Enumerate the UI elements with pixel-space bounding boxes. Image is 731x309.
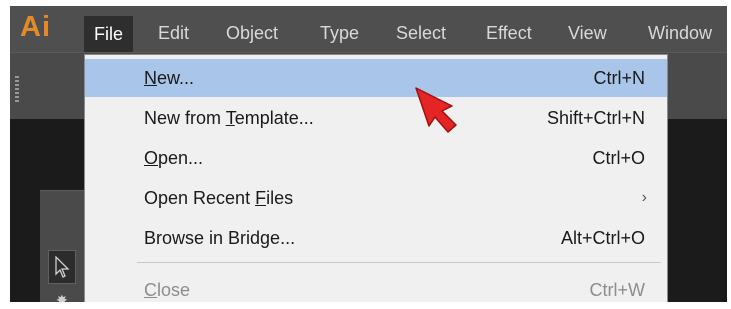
menu-item-open-shortcut: Ctrl+O [592,148,645,168]
menu-item-browse-in-bridge[interactable]: Browse in Bridge... Alt+Ctrl+O [85,219,667,257]
menu-item-open[interactable]: Open... Ctrl+O [85,139,667,177]
red-arrow-cursor-icon [415,87,457,133]
menu-window[interactable]: Window [638,18,722,48]
file-menu-dropdown: New... Ctrl+N New from Template... Shift… [84,54,668,302]
selection-arrow-icon [55,256,70,278]
menu-item-new-from-template-shortcut: Shift+Ctrl+N [546,108,645,128]
menu-item-new[interactable]: New... Ctrl+N [85,59,667,97]
menu-file[interactable]: File [84,16,134,52]
menu-separator [137,262,661,263]
menu-item-close-shortcut: Ctrl+W [589,280,646,300]
menu-item-open-recent-files-label: Open Recent Files [144,188,294,208]
menu-item-browse-in-bridge-label: Browse in Bridge... [144,228,296,248]
menu-item-close-label: Close [144,280,191,300]
menu-item-new-shortcut: Ctrl+N [593,68,645,88]
menu-type[interactable]: Type [310,18,369,48]
menu-item-open-recent-files[interactable]: Open Recent Files › [85,179,667,217]
chevron-right-icon: › [641,189,647,206]
magic-wand-icon[interactable]: ✸ [56,292,68,302]
menu-item-close[interactable]: Close Ctrl+W [85,271,667,302]
menu-view[interactable]: View [558,18,617,48]
menu-item-new-from-template-label: New from Template... [144,108,314,128]
menu-item-new-label: New... [144,68,195,88]
menu-item-browse-in-bridge-shortcut: Alt+Ctrl+O [560,228,645,248]
menu-object[interactable]: Object [216,18,288,48]
menu-effect[interactable]: Effect [476,18,542,48]
app-logo: Ai [20,11,51,43]
selection-tool[interactable] [48,250,76,284]
menu-edit[interactable]: Edit [148,18,199,48]
menu-item-open-label: Open... [144,148,204,168]
menu-bar: Ai File Edit Object Type Select Effect V… [10,6,727,52]
menu-item-new-from-template[interactable]: New from Template... Shift+Ctrl+N [85,99,667,137]
control-bar-grip[interactable] [15,76,19,102]
app-window: Ai File Edit Object Type Select Effect V… [10,6,727,302]
menu-select[interactable]: Select [386,18,456,48]
